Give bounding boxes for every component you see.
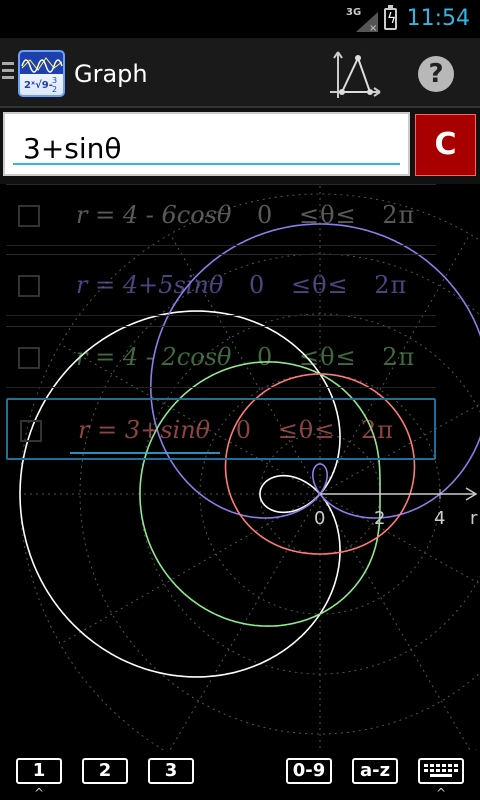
svg-text:3: 3 bbox=[52, 76, 57, 85]
page-title: Graph bbox=[74, 60, 148, 88]
function-row-2[interactable]: r = 4+5sinθ 0 ≤θ≤ 2π bbox=[6, 254, 436, 316]
triangle-graph-icon[interactable] bbox=[328, 48, 384, 102]
radial-axis: 0 2 4 r bbox=[314, 487, 478, 529]
svg-text:2ˣ√9-: 2ˣ√9- bbox=[24, 79, 53, 91]
expression-value: 3+sinθ bbox=[23, 132, 122, 165]
keypad-2-button[interactable]: 2 bbox=[82, 758, 128, 784]
function-domain-start: 0 bbox=[249, 271, 266, 299]
function-domain-end: 2π bbox=[382, 201, 416, 229]
bottom-keypad-bar: 1 ^ 2 3 0-9 a-z ^ bbox=[0, 750, 480, 800]
graph-area[interactable]: 0 2 4 r r = 4 - 6cosθ 0 ≤θ≤ 2π r = 4+5si… bbox=[0, 184, 480, 750]
function-checkbox[interactable] bbox=[18, 205, 40, 227]
app-logo-icon[interactable]: 2ˣ√9- 3 2 bbox=[18, 50, 65, 97]
expression-input-row: 3+sinθ C bbox=[0, 108, 480, 184]
svg-text:2: 2 bbox=[52, 85, 57, 94]
menu-icon[interactable] bbox=[2, 62, 14, 83]
function-expression: r = 4 - 2cosθ bbox=[76, 343, 232, 371]
function-domain-start: 0 bbox=[235, 416, 253, 444]
function-row-3[interactable]: r = 4 - 2cosθ 0 ≤θ≤ 2π bbox=[6, 326, 436, 388]
svg-text:×: × bbox=[369, 23, 377, 32]
function-domain-end: 2π bbox=[374, 271, 408, 299]
caret-up-icon: ^ bbox=[436, 786, 447, 800]
function-domain-op: ≤θ≤ bbox=[298, 201, 357, 229]
selected-underline bbox=[70, 452, 220, 454]
function-row-1[interactable]: r = 4 - 6cosθ 0 ≤θ≤ 2π bbox=[6, 184, 436, 246]
function-expression: r = 3+sinθ bbox=[78, 416, 211, 444]
function-expression: r = 4+5sinθ bbox=[76, 271, 224, 299]
function-expression: r = 4 - 6cosθ bbox=[76, 201, 232, 229]
status-bar: 3G × ϟ 11:54 bbox=[0, 0, 480, 38]
function-domain-end: 2π bbox=[361, 416, 395, 444]
help-icon[interactable]: ? bbox=[418, 56, 454, 92]
keypad-letters-button[interactable]: a-z bbox=[352, 758, 398, 784]
function-domain-op: ≤θ≤ bbox=[298, 343, 357, 371]
function-checkbox[interactable] bbox=[20, 420, 42, 442]
function-domain-start: 0 bbox=[257, 343, 274, 371]
battery-icon: ϟ bbox=[384, 5, 397, 30]
tick-label-4: 4 bbox=[434, 508, 445, 529]
function-domain-end: 2π bbox=[382, 343, 416, 371]
signal-icon: × bbox=[356, 12, 378, 32]
input-underline bbox=[13, 163, 400, 165]
caret-up-icon: ^ bbox=[34, 786, 45, 800]
function-checkbox[interactable] bbox=[18, 347, 40, 369]
action-bar: 2ˣ√9- 3 2 Graph ? bbox=[0, 38, 480, 108]
function-domain-op: ≤θ≤ bbox=[277, 416, 336, 444]
keyboard-icon[interactable] bbox=[418, 758, 464, 784]
clear-button[interactable]: C bbox=[415, 114, 476, 176]
tick-label-2: 2 bbox=[374, 508, 385, 529]
status-time: 11:54 bbox=[406, 6, 470, 31]
function-domain-op: ≤θ≤ bbox=[290, 271, 349, 299]
function-row-4[interactable]: r = 3+sinθ 0 ≤θ≤ 2π bbox=[6, 398, 436, 460]
keypad-digits-button[interactable]: 0-9 bbox=[286, 758, 332, 784]
axis-name-r: r bbox=[470, 508, 478, 529]
function-domain-start: 0 bbox=[257, 201, 274, 229]
keypad-1-button[interactable]: 1 bbox=[16, 758, 62, 784]
keypad-3-button[interactable]: 3 bbox=[148, 758, 194, 784]
function-checkbox[interactable] bbox=[18, 275, 40, 297]
expression-input[interactable]: 3+sinθ bbox=[3, 112, 410, 176]
tick-label-0: 0 bbox=[314, 508, 325, 529]
